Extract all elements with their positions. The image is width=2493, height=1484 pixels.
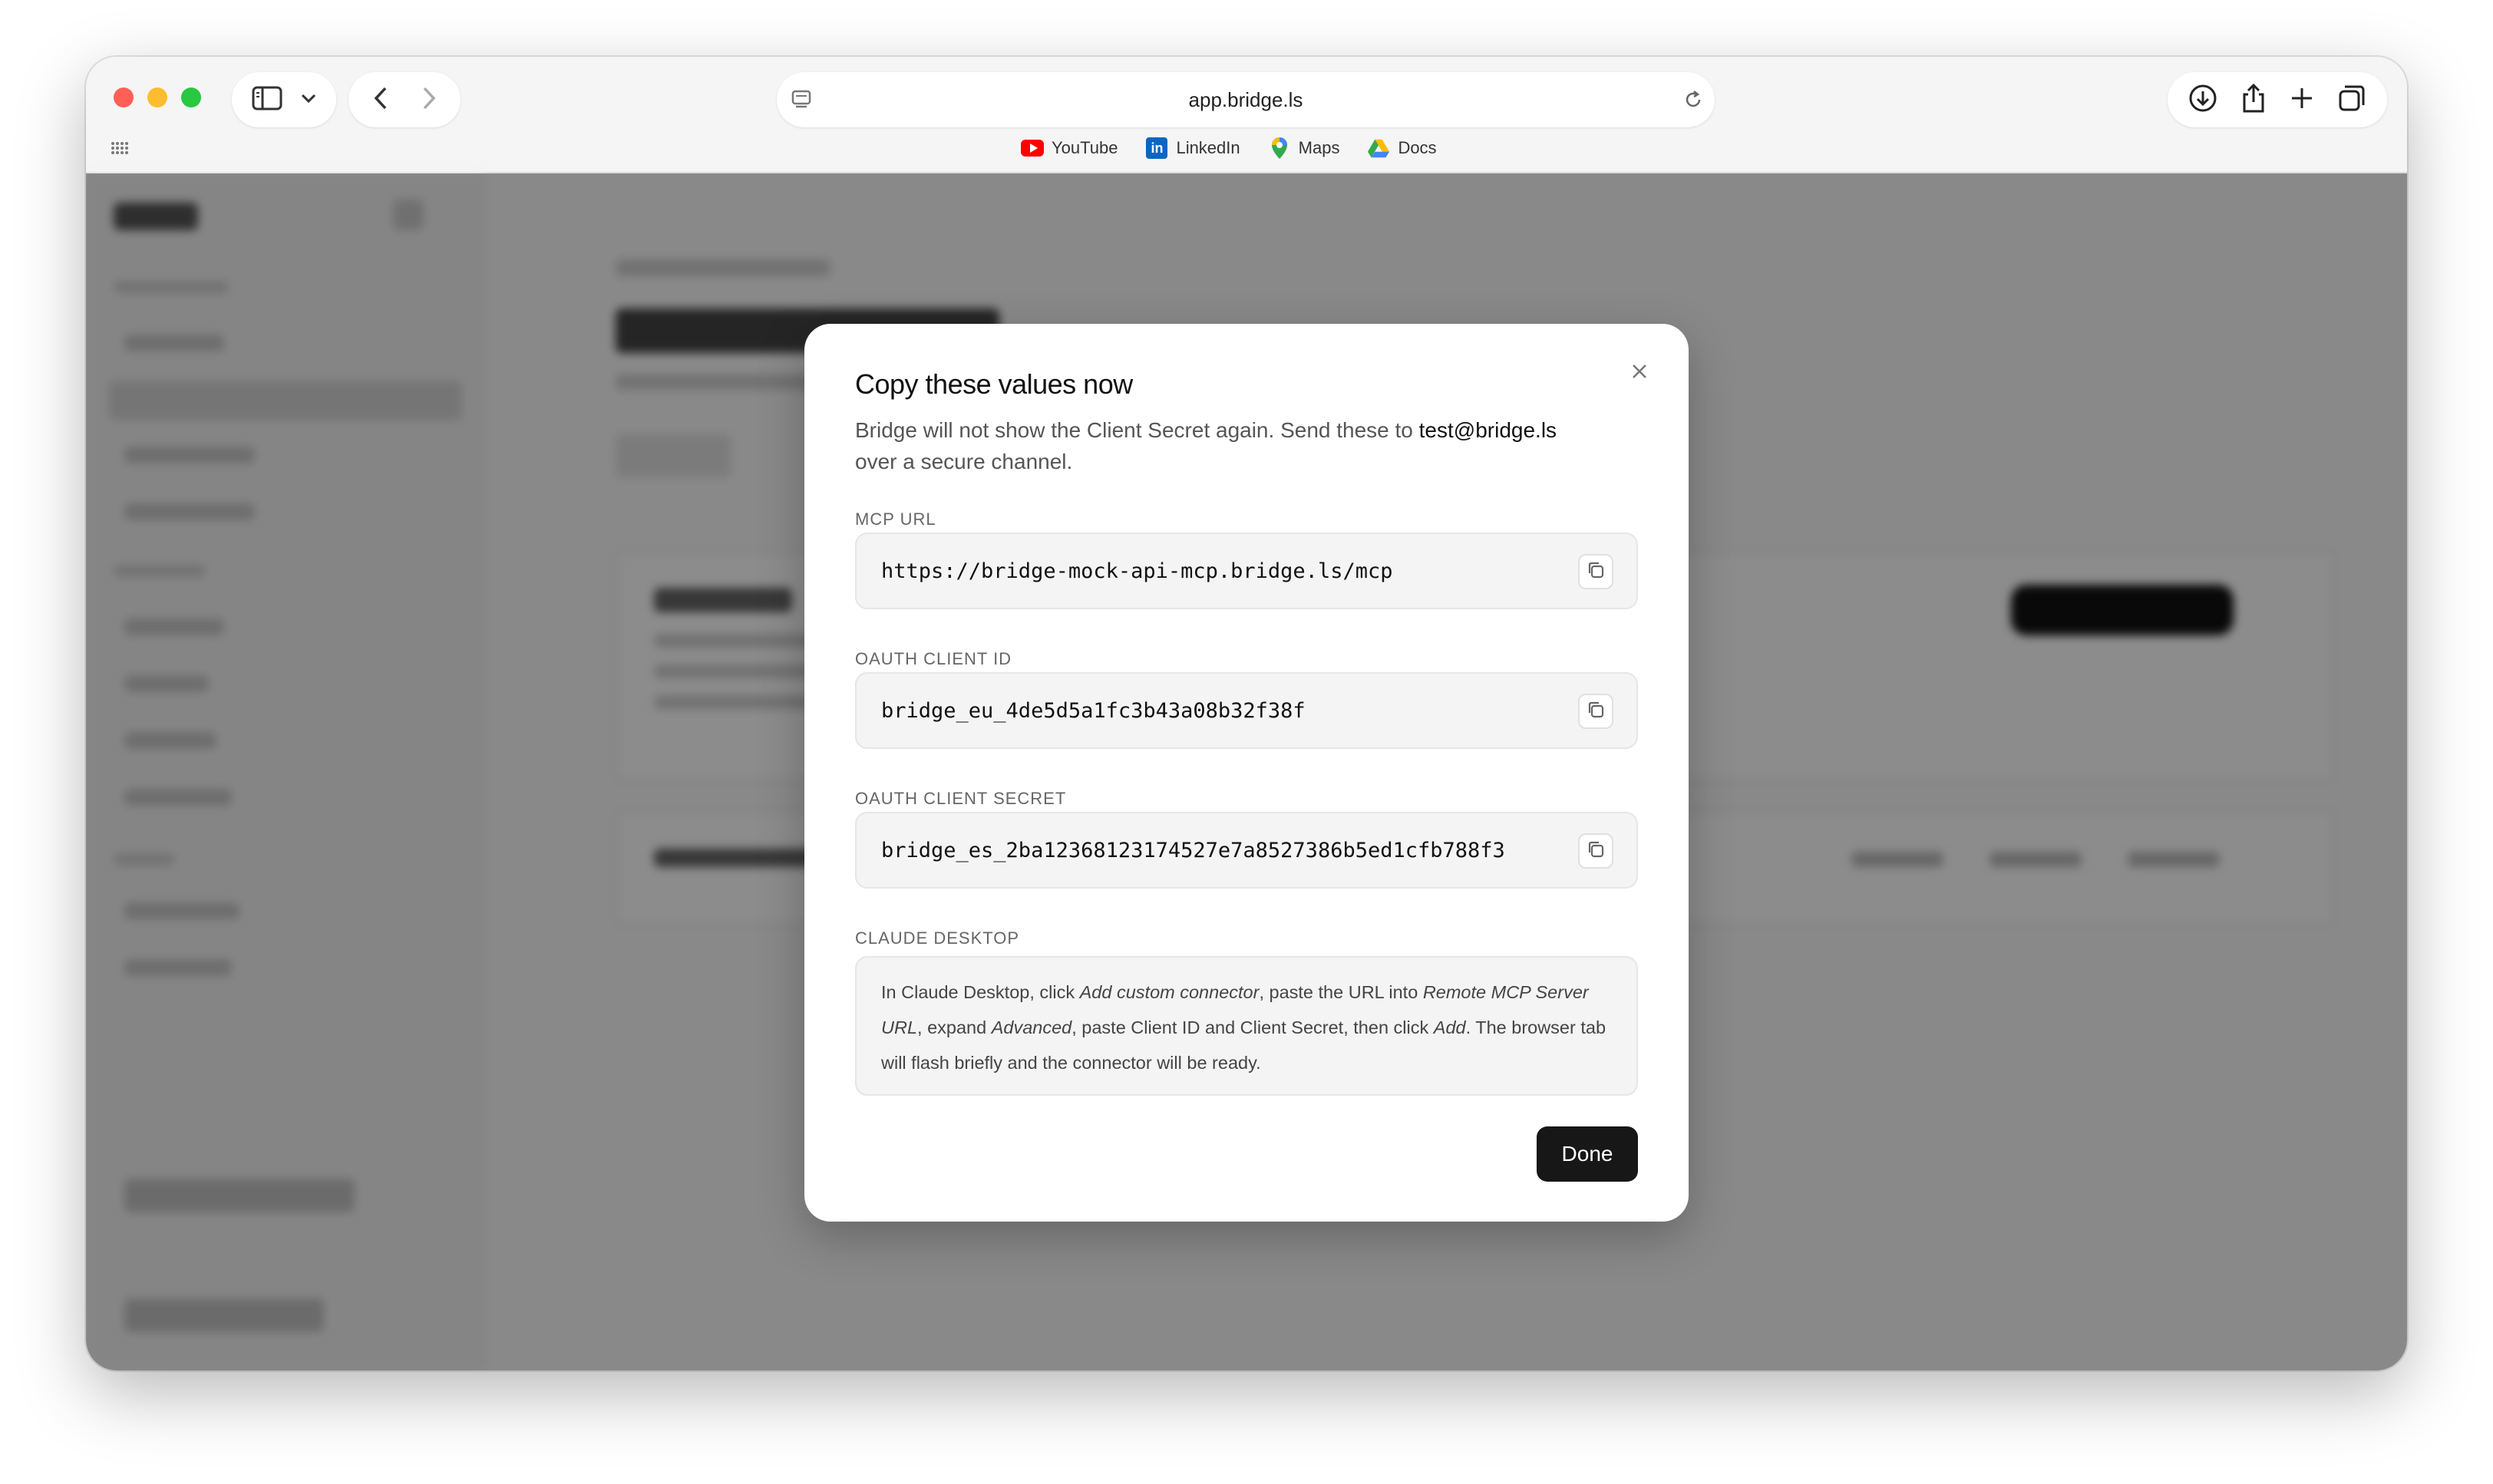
bookmark-label: YouTube (1052, 138, 1118, 157)
claude-desktop-instructions: In Claude Desktop, click Add custom conn… (855, 956, 1638, 1096)
bookmark-docs[interactable]: Docs (1367, 137, 1437, 160)
apps-grid-icon[interactable] (111, 141, 129, 159)
description-text-end: over a secure channel. (855, 450, 1073, 473)
browser-actions (2168, 72, 2387, 127)
close-icon (1631, 363, 1648, 384)
navigation-buttons (348, 72, 461, 127)
instruction-text: , paste the URL into (1259, 982, 1423, 1002)
browser-toolbar: app.bridge.ls YouTube in LinkedIn Maps D… (86, 57, 2407, 173)
client-secret-field[interactable]: bridge_es_2ba12368123174527e7a8527386b5e… (855, 812, 1638, 889)
instruction-text: , paste Client ID and Client Secret, the… (1071, 1017, 1434, 1037)
bookmark-maps[interactable]: Maps (1268, 137, 1340, 160)
description-text: Bridge will not show the Client Secret a… (855, 418, 1419, 442)
minimize-window-button[interactable] (147, 87, 167, 107)
close-window-button[interactable] (114, 87, 134, 107)
mcp-url-field[interactable]: https://bridge-mock-api-mcp.bridge.ls/mc… (855, 533, 1638, 609)
copy-client-id-button[interactable] (1578, 694, 1613, 729)
client-secret-label: OAUTH CLIENT SECRET (855, 789, 1067, 808)
zoom-window-button[interactable] (181, 87, 201, 107)
instruction-emphasis: Add custom connector (1079, 982, 1260, 1002)
copy-icon (1586, 560, 1606, 584)
bookmark-label: LinkedIn (1176, 138, 1240, 157)
close-modal-button[interactable] (1624, 358, 1655, 388)
client-id-field[interactable]: bridge_eu_4de5d5a1fc3b43a08b32f38f (855, 672, 1638, 749)
drive-icon (1367, 137, 1390, 160)
credentials-modal: Copy these values now Bridge will not sh… (804, 324, 1689, 1222)
done-button[interactable]: Done (1537, 1126, 1638, 1182)
url-text: app.bridge.ls (1188, 87, 1303, 111)
back-icon[interactable] (373, 86, 388, 114)
client-id-label: OAUTH CLIENT ID (855, 649, 1012, 668)
instruction-emphasis: Advanced (991, 1017, 1072, 1037)
share-icon[interactable] (2240, 83, 2267, 117)
chevron-down-icon[interactable] (300, 93, 317, 107)
bookmark-linkedin[interactable]: in LinkedIn (1145, 137, 1240, 160)
new-tab-icon[interactable] (2290, 86, 2314, 114)
maps-icon (1268, 137, 1291, 160)
instruction-text: , expand (917, 1017, 992, 1037)
copy-client-secret-button[interactable] (1578, 833, 1613, 869)
instruction-emphasis: Add (1433, 1017, 1466, 1037)
download-icon[interactable] (2188, 84, 2217, 117)
bookmarks-bar: YouTube in LinkedIn Maps Docs (1021, 137, 1437, 160)
claude-desktop-label: CLAUDE DESKTOP (855, 928, 1020, 948)
linkedin-icon: in (1145, 137, 1168, 160)
modal-description: Bridge will not show the Client Secret a… (855, 414, 1592, 477)
window-controls (114, 87, 201, 107)
tab-overview-icon[interactable] (2337, 84, 2366, 117)
bookmark-youtube[interactable]: YouTube (1021, 137, 1118, 160)
modal-title: Copy these values now (855, 368, 1133, 400)
copy-icon (1586, 700, 1606, 724)
bookmark-label: Maps (1298, 138, 1340, 157)
instruction-text: In Claude Desktop, click (881, 982, 1080, 1002)
youtube-icon (1021, 137, 1044, 160)
copy-icon (1586, 839, 1606, 863)
client-secret-value: bridge_es_2ba12368123174527e7a8527386b5e… (881, 838, 1505, 862)
address-bar[interactable]: app.bridge.ls (777, 72, 1715, 127)
reload-icon[interactable] (1682, 89, 1704, 114)
client-id-value: bridge_eu_4de5d5a1fc3b43a08b32f38f (881, 698, 1306, 723)
recipient-email: test@bridge.ls (1418, 418, 1557, 442)
sidebar-icon (252, 86, 282, 114)
copy-mcp-url-button[interactable] (1578, 554, 1613, 589)
forward-icon[interactable] (421, 86, 437, 114)
bookmark-label: Docs (1398, 138, 1437, 157)
mcp-url-label: MCP URL (855, 510, 936, 529)
page-settings-icon[interactable] (791, 89, 812, 114)
mcp-url-value: https://bridge-mock-api-mcp.bridge.ls/mc… (881, 559, 1393, 583)
sidebar-toggle-button[interactable] (232, 72, 336, 127)
